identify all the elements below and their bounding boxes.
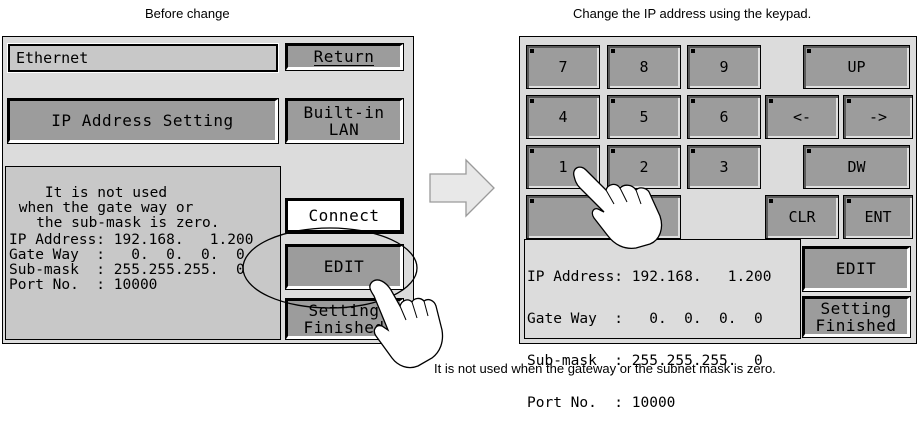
pointing-hand-icon	[573, 166, 663, 250]
port-line: Port No. : 10000	[527, 395, 676, 411]
